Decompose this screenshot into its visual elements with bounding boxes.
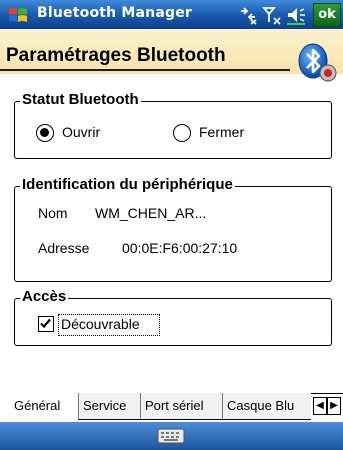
windows-start-icon[interactable] <box>7 4 29 26</box>
volume-icon[interactable] <box>286 5 306 25</box>
tab-casque-label: Casque Blu <box>227 398 295 413</box>
page-title: Paramétrages Bluetooth <box>6 45 226 66</box>
tab-port-seriel-label: Port sériel <box>145 398 204 413</box>
chevron-left-icon: ◀ <box>316 400 324 411</box>
radio-ouvrir-label[interactable]: Ouvrir <box>62 124 100 140</box>
device-name-label: Nom <box>38 205 68 221</box>
title-bar: Bluetooth Manager ok <box>0 0 343 29</box>
radio-fermer-label[interactable]: Fermer <box>199 124 244 140</box>
tab-bar: Général Service Port sériel Casque Blu ◀… <box>0 393 343 422</box>
page-header: Paramétrages Bluetooth <box>0 29 343 74</box>
discoverable-checkbox[interactable] <box>38 316 54 332</box>
ok-button[interactable]: ok <box>313 3 341 27</box>
header-divider <box>0 69 290 71</box>
tab-general[interactable]: Général <box>0 393 78 420</box>
chevron-right-icon: ▶ <box>330 400 338 411</box>
access-group-title: Accès <box>20 288 69 305</box>
checkmark-icon <box>40 318 51 329</box>
tab-casque[interactable]: Casque Blu <box>222 393 311 420</box>
radio-fermer[interactable] <box>173 124 191 142</box>
tab-service[interactable]: Service <box>78 393 140 420</box>
bottom-bar <box>0 422 343 450</box>
tab-service-label: Service <box>83 398 127 413</box>
device-name-value: WM_CHEN_AR... <box>95 205 207 221</box>
tab-port-seriel[interactable]: Port sériel <box>140 393 222 420</box>
radio-selected-dot <box>40 128 49 137</box>
signal-icon[interactable] <box>262 5 282 25</box>
status-group-title: Statut Bluetooth <box>20 91 141 108</box>
tab-general-label: Général <box>14 398 61 413</box>
radio-ouvrir[interactable] <box>36 124 54 142</box>
discoverable-label[interactable]: Découvrable <box>61 316 140 332</box>
bluetooth-icon <box>298 43 337 82</box>
device-id-group-title: Identification du périphérique <box>20 176 235 193</box>
app-title: Bluetooth Manager <box>37 5 193 21</box>
tab-scroll-right-button[interactable]: ▶ <box>327 397 341 415</box>
device-address-label: Adresse <box>38 240 90 256</box>
keyboard-icon[interactable] <box>157 426 185 446</box>
connectivity-icon[interactable] <box>238 5 258 25</box>
device-address-value: 00:0E:F6:00:27:10 <box>122 240 238 256</box>
tab-scroll-left-button[interactable]: ◀ <box>313 397 327 415</box>
device-id-group <box>14 186 332 282</box>
